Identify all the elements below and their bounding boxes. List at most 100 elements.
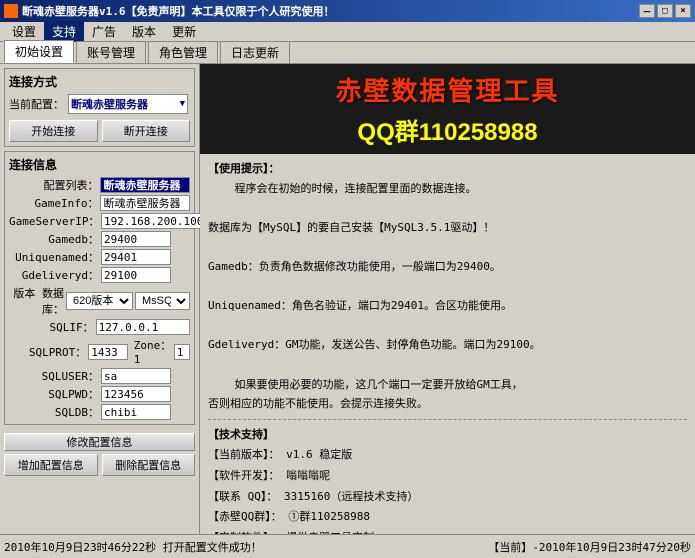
menu-ads[interactable]: 广告 [84,21,124,42]
info-section: 【使用提示】： 程序会在初始的时候，连接配置里面的数据连接。 数据库为【MySQ… [200,154,695,534]
tech-line-version: 【当前版本】： v1.6 稳定版 [208,446,687,465]
minimize-button[interactable]: － [639,4,655,18]
tech-line-qqgroup: 【赤壁QQ群】： ①群110258988 [208,508,687,527]
divider [208,419,687,420]
gdeliveryd-value: 29100 [101,267,171,283]
status-right: 【当前】-2010年10月9日23时47分20秒 [488,539,691,555]
usage-line-11: 如果要使用必要的功能，这几个端口一定要开放给GM工具， [208,376,687,394]
usage-line-9: Gdeliveryd：GM功能，发送公告、封停角色功能。端口为29100。 [208,336,687,354]
title-bar: 断魂赤壁服务器v1.6【免责声明】本工具仅限于个人研究使用！ － □ × [0,0,695,22]
sqldb-row: SQLDB： chibi [9,404,190,420]
status-bar: 2010年10月9日23时46分22秒 打开配置文件成功！ 【当前】-2010年… [0,534,695,558]
version-label: 版本 数据库： [9,285,64,317]
tab-role-management[interactable]: 角色管理 [148,41,218,63]
usage-tips-block: 【使用提示】： 程序会在初始的时候，连接配置里面的数据连接。 数据库为【MySQ… [208,160,687,413]
tech-line-dev: 【软件开发】： 嗡嗡嗡呢 [208,467,687,486]
gameinfo-row: GameInfo： 断魂赤壁服务器 [9,195,190,211]
db-type-select[interactable]: MsSQL库 [135,292,190,310]
config-list-row: 配置列表： 断魂赤壁服务器 [9,177,190,193]
maximize-button[interactable]: □ [657,4,673,18]
usage-heading: 【使用提示】： [208,162,280,175]
gamedb-label: Gamedb： [9,231,99,247]
gameinfo-value: 断魂赤壁服务器 [100,195,190,211]
connect-mode-title: 连接方式 [9,73,190,90]
disconnect-button[interactable]: 断开连接 [102,120,191,142]
sqlif-row: SQLIF： 127.0.0.1 [9,319,190,335]
usage-line-1: 程序会在初始的时候，连接配置里面的数据连接。 [208,180,687,198]
tech-line-qq: 【联系 QQ】： 3315160（远程技术支持） [208,488,687,507]
tab-account-management[interactable]: 账号管理 [76,41,146,63]
gameserverip-value: 192.168.200.100 [101,213,201,229]
usage-line-4 [208,238,687,256]
tab-bar: 初始设置 账号管理 角色管理 日志更新 [0,42,695,64]
tech-line-custom: 【定制软件】： 提供赤壁工具定制 [208,529,687,534]
config-list-value: 断魂赤壁服务器 [100,177,190,193]
menu-settings[interactable]: 设置 [4,21,44,42]
config-dropdown[interactable]: 断魂赤壁服务器 ▼ [68,94,188,114]
usage-line-12: 否则相应的功能不能使用。会提示连接失败。 [208,395,687,413]
banner: 赤壁数据管理工具 QQ群110258988 [200,64,695,154]
chevron-down-icon: ▼ [180,99,185,109]
sqlif-label: SQLIF： [9,319,94,335]
tab-log-update[interactable]: 日志更新 [220,41,290,63]
gamedb-value: 29400 [101,231,171,247]
gamedb-row: Gamedb： 29400 [9,231,190,247]
gdeliveryd-row: Gdeliveryd： 29100 [9,267,190,283]
tab-initial-settings[interactable]: 初始设置 [4,40,74,63]
tech-support-block: 【技术支持】 【当前版本】： v1.6 稳定版 【软件开发】： 嗡嗡嗡呢 【联系… [208,426,687,534]
sqluser-value: sa [101,368,171,384]
sqlprot-value: 1433 [88,344,128,360]
add-config-button[interactable]: 增加配置信息 [4,454,98,476]
usage-line-6 [208,278,687,296]
sqldb-label: SQLDB： [9,404,99,420]
uniquenamed-row: Uniquenamed： 29401 [9,249,190,265]
sqldb-value: chibi [101,404,171,420]
menu-update[interactable]: 更新 [164,21,204,42]
zone-label: Zone：1 [134,337,172,366]
modify-config-button[interactable]: 修改配置信息 [4,433,195,451]
menu-version[interactable]: 版本 [124,21,164,42]
usage-line-5: Gamedb：负责角色数据修改功能使用，一般端口为29400。 [208,258,687,276]
status-left: 2010年10月9日23时46分22秒 打开配置文件成功！ [4,539,262,555]
gameserverip-label: GameServerIP： [9,213,99,229]
tech-heading: 【技术支持】 [208,428,274,441]
config-list-label: 配置列表： [9,177,98,193]
main-content: 连接方式 当前配置： 断魂赤壁服务器 ▼ 开始连接 断开连接 连接信息 [0,64,695,534]
version-row: 版本 数据库： 620版本 MsSQL库 [9,285,190,317]
close-button[interactable]: × [675,4,691,18]
uniquenamed-value: 29401 [101,249,171,265]
usage-line-3: 数据库为【MySQL】的要自己安装【MySQL3.5.1驱动】！ [208,219,687,237]
menu-support[interactable]: 支持 [44,21,84,42]
info-table: 配置列表： 断魂赤壁服务器 GameInfo： 断魂赤壁服务器 GameServ… [9,177,190,420]
app-icon [4,4,18,18]
sqlpwd-label: SQLPWD： [9,386,99,402]
version-select[interactable]: 620版本 [66,292,133,310]
window-controls: － □ × [639,4,691,18]
config-dropdown-value: 断魂赤壁服务器 [71,96,148,112]
usage-line-8 [208,317,687,335]
connect-info-section: 连接信息 配置列表： 断魂赤壁服务器 GameInfo： 断魂赤壁服务器 Gam… [4,151,195,425]
banner-qq: QQ群110258988 [357,112,537,147]
zone-value: 1 [174,344,190,360]
sqlprot-label: SQLPROT： [9,344,86,360]
connect-mode-section: 连接方式 当前配置： 断魂赤壁服务器 ▼ 开始连接 断开连接 [4,68,195,147]
start-connect-button[interactable]: 开始连接 [9,120,98,142]
gameserverip-row: GameServerIP： 192.168.200.100 [9,213,190,229]
gdeliveryd-label: Gdeliveryd： [9,267,99,283]
usage-line-10 [208,356,687,374]
window-title: 断魂赤壁服务器v1.6【免责声明】本工具仅限于个人研究使用！ [22,3,335,19]
uniquenamed-label: Uniquenamed： [9,249,99,265]
usage-line-7: Uniquenamed：角色名验证，端口为29401。合区功能使用。 [208,297,687,315]
banner-title: 赤壁数据管理工具 [335,71,559,108]
delete-config-button[interactable]: 删除配置信息 [102,454,196,476]
bottom-buttons: 修改配置信息 增加配置信息 删除配置信息 [4,433,195,476]
left-panel: 连接方式 当前配置： 断魂赤壁服务器 ▼ 开始连接 断开连接 连接信息 [0,64,200,534]
sqluser-label: SQLUSER： [9,368,99,384]
current-config-label: 当前配置： [9,96,64,112]
gameinfo-label: GameInfo： [9,195,98,211]
right-panel: 赤壁数据管理工具 QQ群110258988 【使用提示】： 程序会在初始的时候，… [200,64,695,534]
sqlprot-row: SQLPROT： 1433 Zone：1 1 [9,337,190,366]
menu-bar: 设置 支持 广告 版本 更新 [0,22,695,42]
sqluser-row: SQLUSER： sa [9,368,190,384]
usage-line-2 [208,199,687,217]
